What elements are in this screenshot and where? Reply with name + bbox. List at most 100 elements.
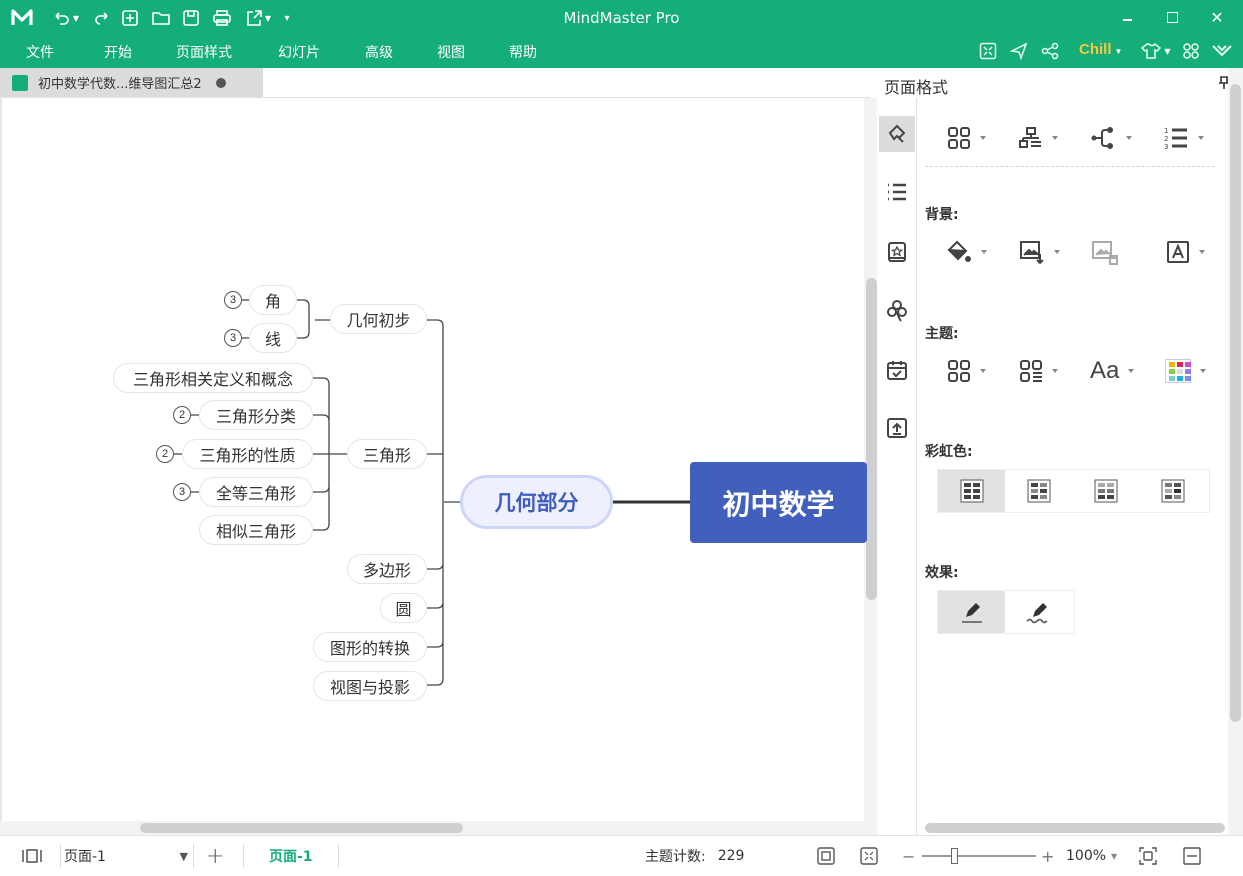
rainbow-option-2[interactable]: [1005, 470, 1072, 512]
topic-triangle[interactable]: 三角形: [347, 439, 427, 469]
bracket-connector-icon: [1091, 127, 1113, 149]
grid-icon: [960, 479, 983, 503]
fit-width-icon[interactable]: [1183, 836, 1201, 876]
topic-geometry-basics[interactable]: 几何初步: [330, 304, 427, 334]
collapsed-count-badge[interactable]: 3: [224, 329, 242, 347]
panel-horizontal-scrollbar[interactable]: [925, 823, 1225, 833]
effect-section-label: 效果:: [925, 565, 959, 581]
grid-icon: [1161, 479, 1184, 503]
color-palette-icon: [1165, 359, 1191, 383]
background-image-dropdown[interactable]: [1019, 238, 1060, 266]
page-tab-active[interactable]: 页面-1: [269, 836, 313, 876]
color-swatch-cell: [1177, 362, 1183, 367]
page-select-value: 页面-1: [64, 849, 106, 865]
task-tab-icon[interactable]: [879, 352, 915, 388]
zoom-slider[interactable]: [922, 836, 1036, 876]
rainbow-option-3[interactable]: [1072, 470, 1139, 512]
org-chart-icon: [1019, 127, 1041, 148]
collapse-ribbon-icon[interactable]: [1210, 40, 1234, 62]
background-section-label: 背景:: [925, 207, 959, 223]
section-divider: [925, 166, 1215, 167]
export-tab-icon[interactable]: [879, 410, 915, 446]
fullscreen-icon[interactable]: [977, 40, 999, 62]
topic-triangle-properties[interactable]: 三角形的性质: [182, 439, 313, 469]
svg-text:3: 3: [1164, 143, 1168, 150]
theme-section-label: 主题:: [925, 326, 959, 342]
topic-triangle-classification[interactable]: 三角形分类: [199, 400, 313, 430]
theme-style-dropdown[interactable]: [1019, 357, 1058, 385]
effect-normal-option[interactable]: [938, 591, 1005, 633]
zoom-in-button[interactable]: +: [1041, 836, 1054, 876]
effect-handdrawn-option[interactable]: [1005, 591, 1072, 633]
color-swatch-cell: [1185, 362, 1191, 367]
actual-size-icon[interactable]: [1139, 836, 1157, 876]
connector-lines: [174, 299, 690, 686]
connector-dropdown[interactable]: [1091, 124, 1132, 152]
close-button[interactable]: ✕: [1202, 6, 1232, 28]
grid-icon: [1094, 479, 1117, 503]
structure-dropdown[interactable]: [1019, 124, 1058, 152]
topic-views-projection[interactable]: 视图与投影: [313, 671, 427, 701]
main-branch-connectors: [427, 319, 460, 686]
zoom-out-button[interactable]: −: [902, 836, 915, 876]
topic-circle[interactable]: 圆: [380, 593, 427, 623]
outline-tab-icon[interactable]: [879, 174, 915, 210]
theme-tab-icon[interactable]: [879, 293, 915, 329]
zoom-level-value: 100%: [1066, 848, 1107, 864]
topic-similar-triangles[interactable]: 相似三角形: [199, 515, 313, 545]
theme-font-dropdown[interactable]: Aa: [1090, 357, 1135, 385]
fit-page-icon[interactable]: [817, 836, 835, 876]
fill-color-dropdown[interactable]: [946, 238, 987, 266]
rainbow-option-1[interactable]: [938, 470, 1005, 512]
topic-triangle-definitions[interactable]: 三角形相关定义和概念: [113, 363, 313, 393]
numbering-dropdown[interactable]: 123: [1163, 124, 1204, 152]
apps-icon[interactable]: [1180, 40, 1202, 62]
share-icon[interactable]: [1039, 40, 1061, 62]
main-topic[interactable]: 几何部分: [460, 475, 613, 529]
watermark-dropdown[interactable]: [1166, 238, 1205, 266]
topic-congruent-triangles[interactable]: 全等三角形: [199, 477, 313, 507]
zoom-slider-thumb[interactable]: [951, 848, 958, 864]
delete-image-icon: [1092, 241, 1118, 265]
numbered-list-icon: 123: [1164, 127, 1187, 150]
color-swatch-cell: [1169, 362, 1175, 367]
theme-list-icon: [1020, 360, 1042, 382]
layout-grid-icon: [948, 127, 970, 149]
send-icon[interactable]: [1008, 40, 1030, 62]
clipart-tab-icon[interactable]: [879, 234, 915, 270]
panel-scrollbar[interactable]: [1230, 84, 1241, 722]
minimize-button[interactable]: [1112, 6, 1142, 28]
skin-button[interactable]: ▼: [1138, 40, 1174, 62]
svg-text:1: 1: [1164, 127, 1168, 135]
page-panel-toggle-icon[interactable]: [22, 836, 42, 876]
collapsed-count-badge[interactable]: 3: [224, 291, 242, 309]
triangle-connectors: [313, 377, 347, 531]
collapsed-count-badge[interactable]: 2: [173, 406, 191, 424]
remove-background-image-button[interactable]: [1091, 238, 1119, 266]
theme-color-dropdown[interactable]: [1165, 357, 1206, 385]
maximize-button[interactable]: [1157, 6, 1187, 28]
theme-grid-icon: [948, 360, 970, 382]
rainbow-color-options: [937, 469, 1210, 513]
fullscreen-icon[interactable]: [860, 836, 878, 876]
page-select[interactable]: 页面-1 ▼: [64, 836, 192, 876]
topic-line[interactable]: 线: [249, 323, 297, 353]
topic-transformation[interactable]: 图形的转换: [313, 632, 427, 662]
topic-angle[interactable]: 角: [249, 285, 297, 315]
hand-drawn-pen-icon: [1025, 603, 1048, 624]
zoom-level-dropdown[interactable]: 100% ▼: [1066, 836, 1117, 876]
layout-dropdown[interactable]: [947, 124, 986, 152]
theme-layout-dropdown[interactable]: [947, 357, 986, 385]
collapsed-count-badge[interactable]: 2: [156, 445, 174, 463]
color-swatch-cell: [1169, 376, 1175, 381]
rainbow-option-4[interactable]: [1139, 470, 1206, 512]
color-swatch-cell: [1169, 369, 1175, 374]
theme-label: Chill: [1079, 41, 1112, 58]
page-format-tab-icon[interactable]: [879, 116, 915, 152]
topic-polygon[interactable]: 多边形: [347, 554, 427, 584]
root-topic[interactable]: 初中数学: [690, 462, 867, 543]
add-page-button[interactable]: +: [206, 836, 224, 876]
collapsed-count-badge[interactable]: 3: [173, 483, 191, 501]
theme-selector[interactable]: Chill ▼: [1079, 41, 1122, 58]
color-swatch-cell: [1185, 376, 1191, 381]
